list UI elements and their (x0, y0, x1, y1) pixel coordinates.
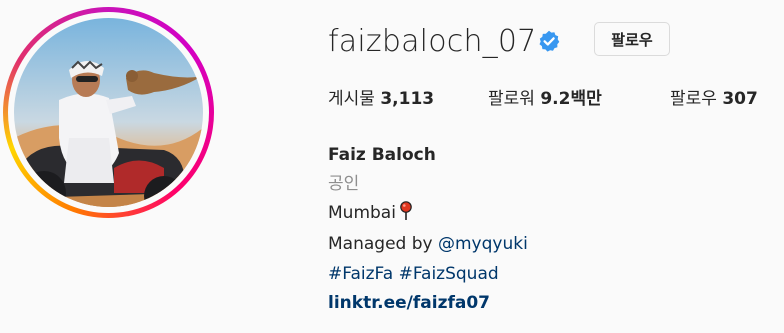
bio-hashtags: #FaizFa #FaizSquad (328, 262, 499, 286)
bio-location: Mumbai (328, 201, 413, 228)
bio-managed-handle-link[interactable]: @myqyuki (438, 234, 528, 254)
profile-avatar-story-ring[interactable] (3, 7, 214, 218)
stat-followers-value: 9.2백만 (540, 89, 602, 109)
profile-full-name: Faiz Baloch (328, 145, 436, 165)
bio-external-link[interactable]: linktr.ee/faizfa07 (328, 291, 490, 315)
bio-managed-prefix: Managed by (328, 234, 433, 254)
hashtag-link-faizfa[interactable]: #FaizFa (328, 264, 393, 284)
verified-badge-icon (538, 30, 560, 52)
stat-posts: 게시물 3,113 (328, 86, 434, 112)
avatar[interactable] (14, 18, 203, 207)
stat-following[interactable]: 팔로우 307 (670, 86, 758, 112)
stat-followers-label: 팔로워 (488, 89, 535, 109)
round-pushpin-icon (399, 201, 413, 228)
stat-following-value: 307 (722, 89, 758, 109)
avatar-photo (14, 18, 203, 207)
profile-username: faizbaloch_07 (328, 24, 537, 59)
follow-button[interactable]: 팔로우 (594, 22, 670, 56)
stat-following-label: 팔로우 (670, 89, 717, 109)
bio-managed-by: Managed by @myqyuki (328, 232, 528, 256)
profile-category: 공인 (328, 174, 360, 194)
hashtag-link-faizsquad[interactable]: #FaizSquad (399, 264, 499, 284)
bio-location-text: Mumbai (328, 203, 396, 223)
stat-posts-label: 게시물 (328, 89, 375, 109)
stat-followers[interactable]: 팔로워 9.2백만 (488, 86, 602, 112)
stat-posts-value: 3,113 (380, 89, 435, 109)
